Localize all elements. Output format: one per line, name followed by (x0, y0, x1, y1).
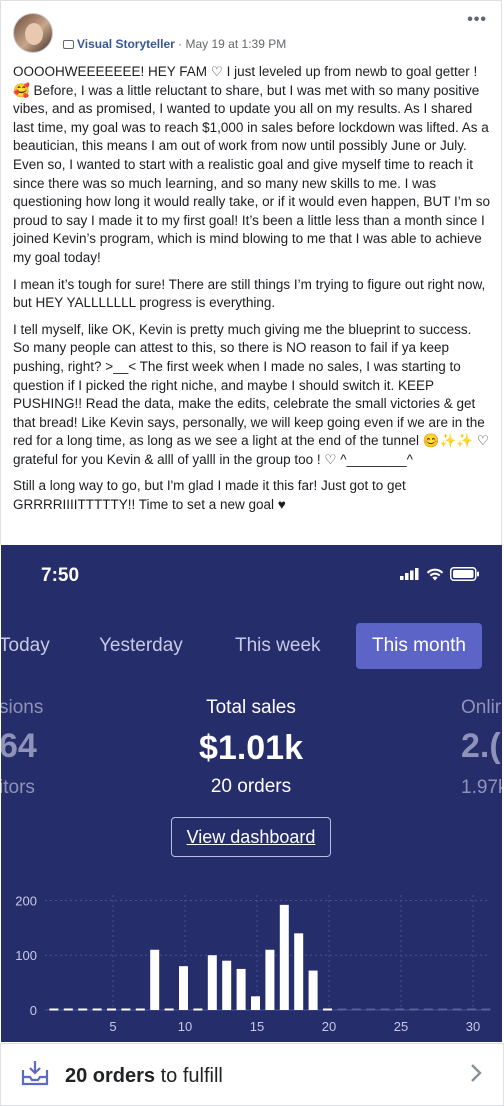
y-tick-label: 200 (15, 893, 37, 908)
sessions-label-partial: sions (1, 697, 44, 718)
chart-bar (294, 933, 304, 1010)
chart-bar (150, 949, 160, 1010)
tab-today[interactable]: Today (1, 623, 50, 669)
online-value-partial: 2.( (461, 727, 501, 765)
total-sales-value: $1.01k (199, 729, 303, 767)
post-paragraph: I mean it’s tough for sure! There are st… (13, 276, 489, 311)
chart-bar (49, 1008, 59, 1011)
total-sales-metric[interactable]: Total sales $1.01k 20 orders (151, 697, 351, 798)
chart-bar (135, 1008, 145, 1011)
orders-count-bold: 20 orders (65, 1065, 156, 1087)
chart-bar (193, 1008, 203, 1011)
battery-icon (450, 567, 479, 581)
x-tick-label: 5 (109, 1019, 116, 1034)
x-tick-label: 20 (322, 1019, 336, 1034)
sessions-value-partial: 64 (1, 727, 37, 765)
tab-yesterday[interactable]: Yesterday (99, 623, 183, 669)
chart-bar (323, 1008, 332, 1011)
wifi-icon (426, 568, 444, 580)
total-sales-label: Total sales (206, 697, 296, 718)
status-icons (400, 567, 480, 581)
chart-bar (308, 970, 318, 1010)
visitors-label-partial: itors (1, 777, 35, 798)
chevron-right-icon (471, 1064, 482, 1082)
post-date[interactable]: May 19 at 1:39 PM (186, 37, 287, 51)
chart-bar (121, 1008, 131, 1011)
x-tick-label: 10 (178, 1019, 192, 1034)
chart-bar (107, 1008, 116, 1011)
chart-bar (337, 1008, 347, 1011)
chart-bar (438, 1008, 448, 1011)
x-tick-label: 15 (250, 1019, 264, 1034)
chart-bar (265, 949, 275, 1010)
chart-bar (222, 960, 232, 1010)
y-tick-label: 0 (30, 1003, 37, 1018)
separator: · (174, 37, 186, 51)
chart-bar (481, 1008, 491, 1011)
tab-this-month[interactable]: This month (356, 623, 482, 669)
chart-bar (179, 966, 188, 1010)
chart-bar (366, 1008, 376, 1011)
post-paragraph: Still a long way to go, but I'm glad I m… (13, 478, 410, 513)
chart-bar (279, 904, 289, 1010)
sales-bar-chart: 0 100 200 5 10 15 20 25 30 (15, 893, 491, 1034)
chart-bar (351, 1008, 361, 1011)
to-fulfill-label: to fulfill (155, 1065, 223, 1087)
chart-bar (452, 1008, 462, 1011)
author-name[interactable]: Visual Storyteller (77, 37, 175, 51)
inbox-download-icon (21, 1061, 49, 1086)
online-sub-partial: 1.97k (461, 777, 502, 798)
chart-bar (251, 996, 260, 1010)
signal-icon (400, 568, 419, 580)
post-header: Visual Storyteller · May 19 at 1:39 PM (63, 37, 286, 51)
more-options-icon[interactable]: ••• (467, 11, 487, 29)
chart-bar (236, 968, 246, 1010)
chart-bar (467, 1008, 476, 1011)
post-paragraph: I tell myself, like OK, Kevin is pretty … (13, 321, 493, 467)
orders-count: 20 orders (210, 776, 292, 797)
facebook-post: Visual Storyteller · May 19 at 1:39 PM •… (0, 0, 502, 545)
post-body: OOOOHWEEEEEEE! HEY FAM ♡ I just leveled … (13, 63, 491, 523)
chart-bar (63, 1008, 73, 1011)
chart-bar (164, 1008, 174, 1011)
chart-bar (423, 1008, 433, 1011)
chart-bar (207, 955, 217, 1010)
avatar[interactable] (13, 13, 53, 53)
orders-to-fulfill-bar[interactable]: 20 orders to fulfill (0, 1043, 504, 1106)
chart-bar (380, 1008, 390, 1011)
chart-bar (78, 1008, 88, 1011)
orders-to-fulfill-text: 20 orders to fulfill (65, 1065, 223, 1088)
x-tick-label: 30 (466, 1019, 480, 1034)
x-tick-label: 25 (394, 1019, 408, 1034)
post-paragraph: OOOOHWEEEEEEE! HEY FAM ♡ I just leveled … (13, 64, 494, 265)
view-dashboard-button[interactable]: View dashboard (171, 817, 331, 857)
tab-this-week[interactable]: This week (235, 623, 321, 669)
group-badge-icon (63, 40, 74, 49)
chart-bar (92, 1008, 102, 1011)
phone-screenshot: 7:50 Today Yesterday This week This mont… (1, 545, 502, 1042)
status-time: 7:50 (41, 565, 80, 586)
chart-bar (395, 1008, 404, 1011)
y-tick-label: 100 (15, 948, 37, 963)
chart-bar (409, 1008, 419, 1011)
online-label-partial: Onlir (461, 697, 502, 718)
date-range-tabs: Today Yesterday This week This month (1, 623, 502, 671)
